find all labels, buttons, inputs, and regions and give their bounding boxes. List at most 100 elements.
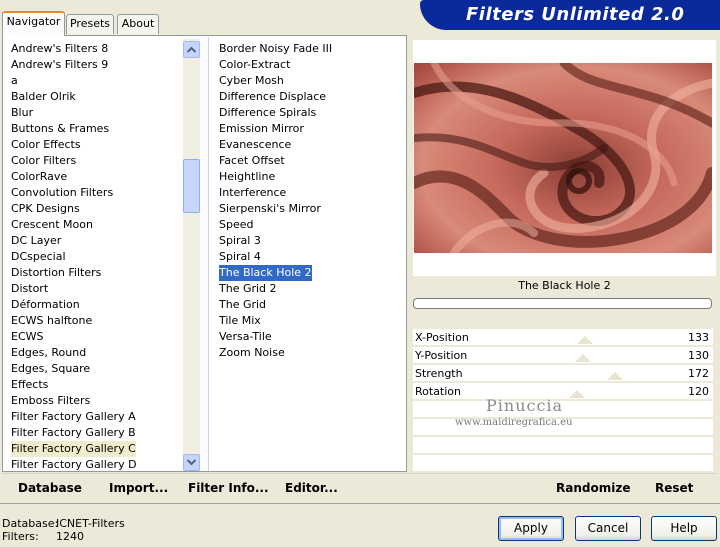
chevron-up-icon [187, 46, 196, 53]
category-item[interactable]: Edges, Square [11, 361, 90, 377]
filter-item[interactable]: Spiral 4 [219, 249, 261, 265]
param-slider[interactable] [488, 372, 678, 380]
filter-item[interactable]: Border Noisy Fade III [219, 41, 332, 57]
progress-bar [413, 298, 712, 309]
slider-thumb[interactable] [569, 390, 585, 398]
tab-presets[interactable]: Presets [66, 14, 114, 34]
category-item[interactable]: Filter Factory Gallery B [11, 425, 136, 441]
filter-item[interactable]: The Black Hole 2 [219, 265, 312, 281]
divider [0, 503, 720, 504]
filter-item[interactable]: Difference Spirals [219, 105, 316, 121]
database-value: ICNET-Filters [56, 517, 125, 530]
cancel-button[interactable]: Cancel [575, 516, 641, 541]
import-button[interactable]: Import... [109, 481, 168, 495]
param-slider[interactable] [488, 336, 678, 344]
category-item[interactable]: Effects [11, 377, 48, 393]
param-label: X-Position [415, 331, 469, 344]
param-label: Rotation [415, 385, 462, 398]
category-item[interactable]: Blur [11, 105, 33, 121]
slider-thumb[interactable] [575, 354, 591, 362]
category-item[interactable]: Filter Factory Gallery C [11, 441, 136, 457]
category-item[interactable]: DC Layer [11, 233, 61, 249]
param-label: Y-Position [415, 349, 468, 362]
category-item[interactable]: DCspecial [11, 249, 66, 265]
filter-item[interactable]: Speed [219, 217, 253, 233]
filter-item[interactable]: The Grid [219, 297, 266, 313]
swirl-preview-graphic [414, 63, 712, 253]
param-value: 130 [688, 349, 709, 362]
slider-thumb[interactable] [577, 336, 593, 344]
category-item[interactable]: Filter Factory Gallery D [11, 457, 137, 473]
apply-button[interactable]: Apply [498, 516, 564, 541]
filter-item[interactable]: Heightline [219, 169, 275, 185]
filter-info-button[interactable]: Filter Info... [188, 481, 269, 495]
filter-item[interactable]: The Grid 2 [219, 281, 277, 297]
scroll-thumb[interactable] [183, 159, 200, 213]
category-item[interactable]: ECWS halftone [11, 313, 92, 329]
filter-item[interactable]: Cyber Mosh [219, 73, 284, 89]
tab-navigator[interactable]: Navigator [2, 11, 65, 36]
category-item[interactable]: ColorRave [11, 169, 67, 185]
filter-item[interactable]: Color-Extract [219, 57, 290, 73]
randomize-button[interactable]: Randomize [556, 481, 630, 495]
category-item[interactable]: Balder Olrik [11, 89, 76, 105]
category-item[interactable]: Filter Factory Gallery A [11, 409, 136, 425]
param-row-strength[interactable]: Strength 172 [413, 365, 713, 382]
category-item[interactable]: a [11, 73, 18, 89]
param-row-empty [413, 455, 713, 472]
filter-item[interactable]: Difference Displace [219, 89, 326, 105]
category-item[interactable]: Edges, Round [11, 345, 86, 361]
filters-count-value: 1240 [56, 530, 84, 543]
category-item[interactable]: Distort [11, 281, 48, 297]
category-item[interactable]: Color Filters [11, 153, 76, 169]
category-item[interactable]: Crescent Moon [11, 217, 93, 233]
filter-item[interactable]: Versa-Tile [219, 329, 272, 345]
database-label: Database: [2, 517, 59, 530]
param-label: Strength [415, 367, 463, 380]
category-scrollbar[interactable] [183, 39, 200, 471]
category-list[interactable]: Andrew's Filters 8 Andrew's Filters 9 a Bal… [4, 37, 182, 471]
category-item[interactable]: Color Effects [11, 137, 81, 153]
category-item[interactable]: ECWS [11, 329, 44, 345]
filter-item[interactable]: Facet Offset [219, 153, 285, 169]
filter-item[interactable]: Spiral 3 [219, 233, 261, 249]
filter-item[interactable]: Interference [219, 185, 286, 201]
reset-button[interactable]: Reset [655, 481, 693, 495]
tab-about[interactable]: About [117, 14, 159, 34]
category-item[interactable]: Convolution Filters [11, 185, 113, 201]
scroll-down-button[interactable] [183, 454, 200, 471]
param-value: 133 [688, 331, 709, 344]
database-button[interactable]: Database [18, 481, 82, 495]
slider-thumb[interactable] [607, 372, 623, 380]
watermark-name: Pinuccia [486, 396, 564, 415]
filter-item[interactable]: Evanescence [219, 137, 291, 153]
category-item[interactable]: Andrew's Filters 8 [11, 41, 108, 57]
param-slider[interactable] [488, 354, 678, 362]
category-item[interactable]: Distortion Filters [11, 265, 101, 281]
chevron-down-icon [187, 459, 196, 466]
param-row-y-position[interactable]: Y-Position 130 [413, 347, 713, 364]
filter-item[interactable]: Zoom Noise [219, 345, 285, 361]
filter-item[interactable]: Emission Mirror [219, 121, 304, 137]
help-button[interactable]: Help [651, 516, 717, 541]
app-title: Filters Unlimited 2.0 [466, 4, 685, 25]
parameter-list: X-Position 133 Y-Position 130 Strength 1… [413, 312, 713, 472]
category-item[interactable]: Buttons & Frames [11, 121, 109, 137]
filters-count-label: Filters: [2, 530, 39, 543]
filter-item[interactable]: Tile Mix [219, 313, 261, 329]
param-value: 172 [688, 367, 709, 380]
filter-item[interactable]: Sierpenski's Mirror [219, 201, 321, 217]
filter-list[interactable]: Border Noisy Fade III Color-Extract Cyber … [208, 37, 406, 471]
category-item[interactable]: Emboss Filters [11, 393, 90, 409]
scroll-up-button[interactable] [183, 41, 200, 58]
preview-filter-name: The Black Hole 2 [413, 276, 716, 297]
editor-button[interactable]: Editor... [285, 481, 338, 495]
param-value: 120 [688, 385, 709, 398]
watermark-url: www.maidiregrafica.eu [455, 417, 573, 428]
category-item[interactable]: Andrew's Filters 9 [11, 57, 108, 73]
category-item[interactable]: CPK Designs [11, 201, 80, 217]
param-slider[interactable] [488, 390, 678, 398]
category-item[interactable]: Déformation [11, 297, 80, 313]
param-row-x-position[interactable]: X-Position 133 [413, 329, 713, 346]
preview-image[interactable] [414, 63, 712, 253]
